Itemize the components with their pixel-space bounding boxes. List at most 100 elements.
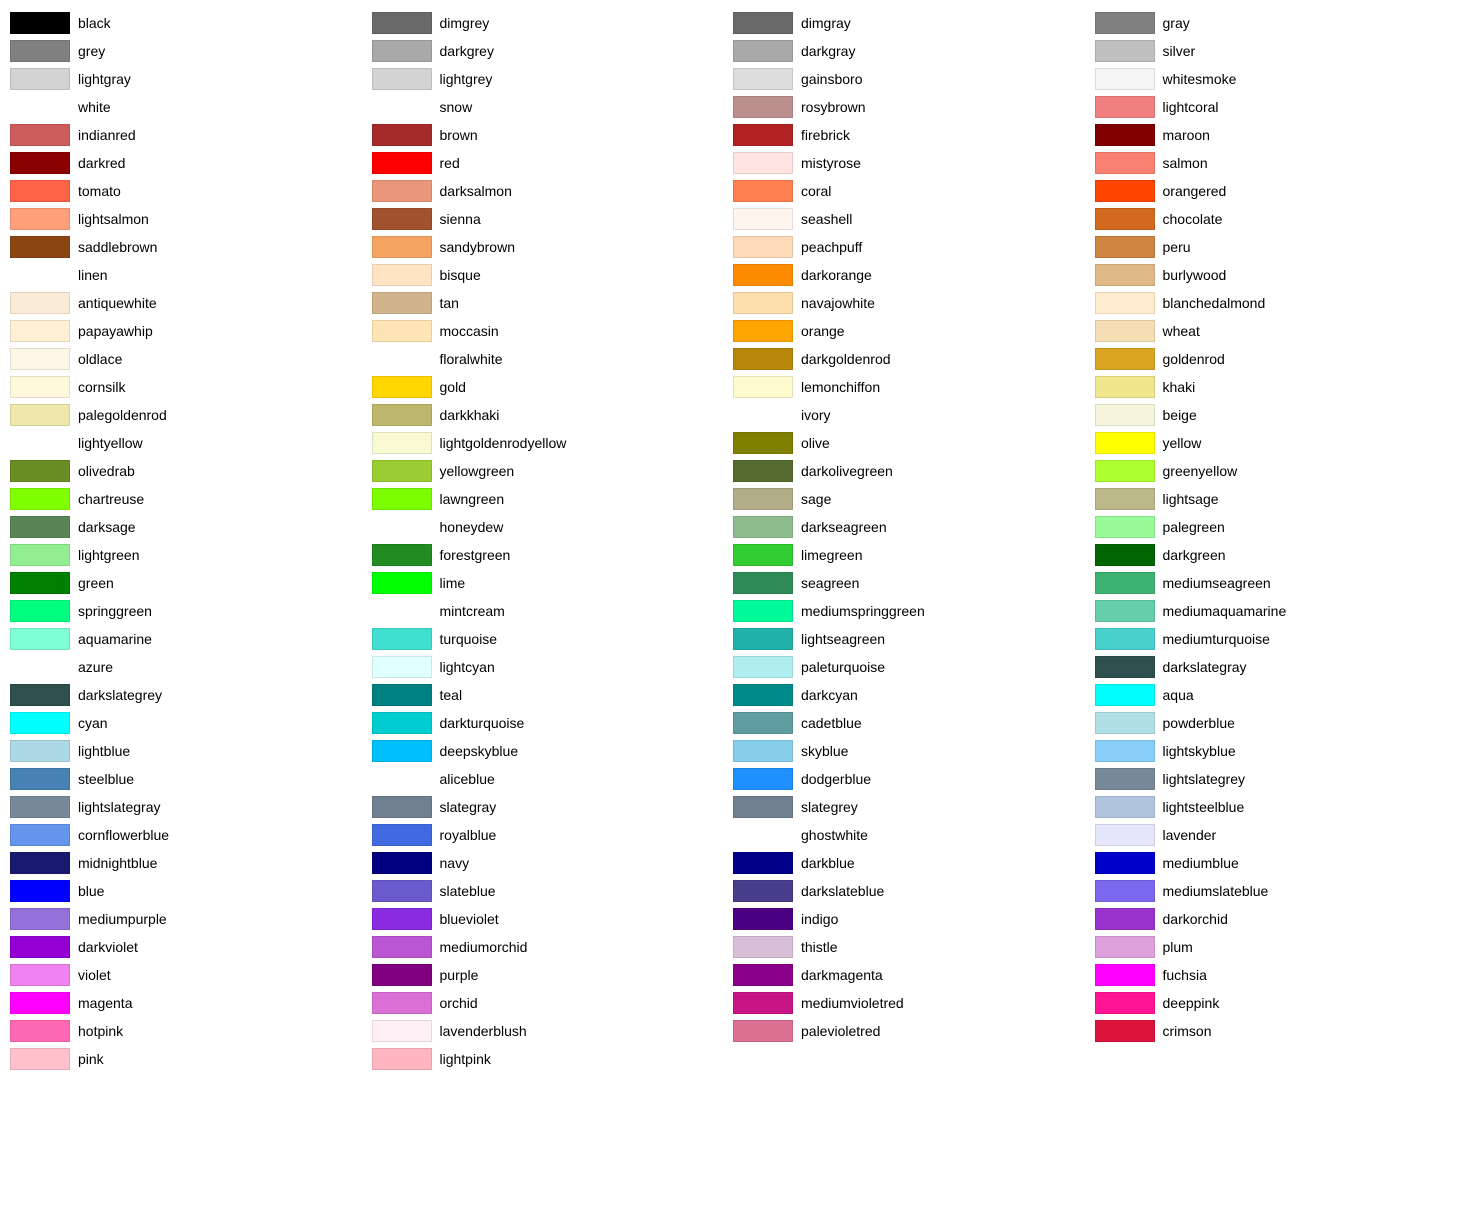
swatch-dimgray xyxy=(733,12,793,34)
swatch-blueviolet xyxy=(372,908,432,930)
color-row: darkorchid xyxy=(1095,906,1457,932)
color-name-darkcyan: darkcyan xyxy=(801,687,858,703)
color-name-darkviolet: darkviolet xyxy=(78,939,138,955)
color-row: mediumorchid xyxy=(372,934,734,960)
swatch-linen xyxy=(10,264,70,286)
column-3: graysilverwhitesmokelightcoralmaroonsalm… xyxy=(1095,10,1457,1072)
color-row: lime xyxy=(372,570,734,596)
color-name-teal: teal xyxy=(440,687,463,703)
color-row: lightblue xyxy=(10,738,372,764)
color-row: tan xyxy=(372,290,734,316)
swatch-rosybrown xyxy=(733,96,793,118)
color-row: lightslategrey xyxy=(1095,766,1457,792)
color-name-mediumslateblue: mediumslateblue xyxy=(1163,883,1269,899)
swatch-cornsilk xyxy=(10,376,70,398)
swatch-deepskyblue xyxy=(372,740,432,762)
color-row: burlywood xyxy=(1095,262,1457,288)
color-name-forestgreen: forestgreen xyxy=(440,547,511,563)
color-name-orchid: orchid xyxy=(440,995,478,1011)
column-2: dimgraydarkgraygainsbororosybrownfirebri… xyxy=(733,10,1095,1072)
swatch-lawngreen xyxy=(372,488,432,510)
swatch-ghostwhite xyxy=(733,824,793,846)
color-name-powderblue: powderblue xyxy=(1163,715,1235,731)
color-row: mistyrose xyxy=(733,150,1095,176)
color-name-papayawhip: papayawhip xyxy=(78,323,153,339)
color-row: mediumseagreen xyxy=(1095,570,1457,596)
color-row: lightcyan xyxy=(372,654,734,680)
swatch-crimson xyxy=(1095,1020,1155,1042)
color-name-tan: tan xyxy=(440,295,459,311)
color-row: navy xyxy=(372,850,734,876)
color-row: saddlebrown xyxy=(10,234,372,260)
swatch-slategray xyxy=(372,796,432,818)
color-row: mintcream xyxy=(372,598,734,624)
swatch-darkviolet xyxy=(10,936,70,958)
color-name-olive: olive xyxy=(801,435,830,451)
color-row: lightpink xyxy=(372,1046,734,1072)
color-row: lavenderblush xyxy=(372,1018,734,1044)
swatch-indigo xyxy=(733,908,793,930)
color-row: aquamarine xyxy=(10,626,372,652)
color-name-beige: beige xyxy=(1163,407,1197,423)
color-name-dimgrey: dimgrey xyxy=(440,15,490,31)
color-name-lightskyblue: lightskyblue xyxy=(1163,743,1236,759)
color-name-skyblue: skyblue xyxy=(801,743,848,759)
swatch-salmon xyxy=(1095,152,1155,174)
color-name-red: red xyxy=(440,155,460,171)
color-name-turquoise: turquoise xyxy=(440,631,498,647)
color-name-sienna: sienna xyxy=(440,211,481,227)
color-name-maroon: maroon xyxy=(1163,127,1210,143)
color-row: darkgray xyxy=(733,38,1095,64)
color-row: aqua xyxy=(1095,682,1457,708)
color-row: steelblue xyxy=(10,766,372,792)
swatch-papayawhip xyxy=(10,320,70,342)
swatch-thistle xyxy=(733,936,793,958)
color-name-fuchsia: fuchsia xyxy=(1163,967,1207,983)
color-name-mediumorchid: mediumorchid xyxy=(440,939,528,955)
swatch-gray xyxy=(1095,12,1155,34)
swatch-lightgray xyxy=(10,68,70,90)
color-row: darkviolet xyxy=(10,934,372,960)
color-name-honeydew: honeydew xyxy=(440,519,504,535)
color-row: cornsilk xyxy=(10,374,372,400)
color-row: skyblue xyxy=(733,738,1095,764)
swatch-chocolate xyxy=(1095,208,1155,230)
color-name-gold: gold xyxy=(440,379,466,395)
color-name-springgreen: springgreen xyxy=(78,603,152,619)
color-row: teal xyxy=(372,682,734,708)
swatch-bisque xyxy=(372,264,432,286)
color-name-snow: snow xyxy=(440,99,473,115)
swatch-dodgerblue xyxy=(733,768,793,790)
color-row: dimgrey xyxy=(372,10,734,36)
color-row: whitesmoke xyxy=(1095,66,1457,92)
color-name-blueviolet: blueviolet xyxy=(440,911,499,927)
color-row: darkcyan xyxy=(733,682,1095,708)
color-name-mistyrose: mistyrose xyxy=(801,155,861,171)
color-row: gray xyxy=(1095,10,1457,36)
swatch-cyan xyxy=(10,712,70,734)
color-name-lavenderblush: lavenderblush xyxy=(440,1023,527,1039)
swatch-violet xyxy=(10,964,70,986)
color-name-blue: blue xyxy=(78,883,104,899)
swatch-lightcoral xyxy=(1095,96,1155,118)
color-name-navajowhite: navajowhite xyxy=(801,295,875,311)
color-name-bisque: bisque xyxy=(440,267,481,283)
swatch-peru xyxy=(1095,236,1155,258)
swatch-cadetblue xyxy=(733,712,793,734)
swatch-navy xyxy=(372,852,432,874)
column-0: blackgreylightgraywhiteindianreddarkredt… xyxy=(10,10,372,1072)
color-name-sage: sage xyxy=(801,491,831,507)
swatch-turquoise xyxy=(372,628,432,650)
color-name-mintcream: mintcream xyxy=(440,603,505,619)
color-name-lightsteelblue: lightsteelblue xyxy=(1163,799,1245,815)
swatch-darkturquoise xyxy=(372,712,432,734)
swatch-hotpink xyxy=(10,1020,70,1042)
color-name-wheat: wheat xyxy=(1163,323,1200,339)
color-row: paleturquoise xyxy=(733,654,1095,680)
swatch-ivory xyxy=(733,404,793,426)
color-row: darkblue xyxy=(733,850,1095,876)
color-name-darkslateblue: darkslateblue xyxy=(801,883,884,899)
color-row: pink xyxy=(10,1046,372,1072)
color-name-azure: azure xyxy=(78,659,113,675)
color-row: darkgoldenrod xyxy=(733,346,1095,372)
